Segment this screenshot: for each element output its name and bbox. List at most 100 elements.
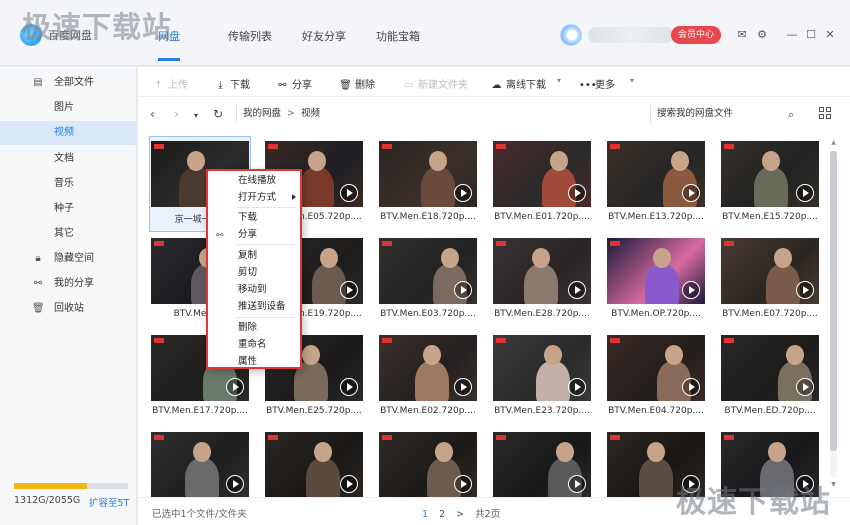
file-tile[interactable]: BTV.Men.E18.720p....	[378, 137, 478, 231]
menu-item-delete[interactable]: 删除	[208, 319, 300, 336]
user-area[interactable]: 会员中心	[560, 24, 721, 46]
sidebar-item-music[interactable]: 音乐	[0, 172, 137, 196]
play-icon[interactable]	[454, 184, 472, 202]
play-icon[interactable]	[340, 281, 358, 299]
forward-icon[interactable]: ›	[174, 107, 179, 121]
new-folder-button[interactable]: ▭ 新建文件夹	[402, 76, 468, 91]
mail-icon[interactable]: ✉	[736, 29, 748, 41]
play-icon[interactable]	[796, 281, 814, 299]
sidebar-item-my-shares[interactable]: ⚯ 我的分享	[0, 272, 137, 296]
play-icon[interactable]	[226, 378, 244, 396]
file-tile[interactable]: BTV.Men.E03.720p....	[378, 234, 478, 328]
file-tile[interactable]: BTV.Men.ED.720p....	[720, 331, 820, 425]
vip-center-button[interactable]: 会员中心	[671, 26, 721, 44]
play-icon[interactable]	[796, 378, 814, 396]
play-icon[interactable]	[568, 184, 586, 202]
file-tile[interactable]: BTV.Men.E04.720p....	[606, 331, 706, 425]
sidebar-item-documents[interactable]: 文档	[0, 147, 137, 171]
sidebar-item-torrents[interactable]: 种子	[0, 197, 137, 221]
file-tile[interactable]	[264, 428, 364, 497]
sidebar-item-hidden-space[interactable]: 🔒︎ 隐藏空间	[0, 247, 137, 271]
history-dropdown-icon[interactable]: ▾	[194, 109, 198, 123]
play-icon[interactable]	[682, 184, 700, 202]
menu-item-cut[interactable]: 剪切	[208, 264, 300, 281]
search-input[interactable]: 搜索我的网盘文件	[650, 105, 810, 123]
breadcrumb-my-netdisk[interactable]: 我的网盘	[243, 108, 281, 119]
menu-item-rename[interactable]: 重命名	[208, 336, 300, 353]
file-tile[interactable]: BTV.Men.E01.720p....	[492, 137, 592, 231]
menu-item-download[interactable]: 下载	[208, 209, 300, 226]
play-icon[interactable]	[568, 378, 586, 396]
back-icon[interactable]: ‹	[150, 107, 155, 121]
file-tile[interactable]: BTV.Men.E07.720p....	[720, 234, 820, 328]
channel-logo	[610, 435, 620, 440]
offline-download-dropdown-icon[interactable]: ▾	[557, 76, 561, 85]
menu-item-move-to[interactable]: 移动到	[208, 281, 300, 298]
share-button[interactable]: ⚯ 分享	[276, 76, 312, 91]
scroll-down-icon[interactable]: ▼	[830, 481, 837, 489]
maximize-icon[interactable]: ☐	[805, 29, 817, 41]
play-icon[interactable]	[682, 281, 700, 299]
delete-button[interactable]: 🗑︎ 删除	[339, 76, 375, 91]
play-icon[interactable]	[340, 184, 358, 202]
file-tile[interactable]: BTV.Men.OP.720p....	[606, 234, 706, 328]
play-icon[interactable]	[682, 378, 700, 396]
more-button[interactable]: •••更多	[579, 76, 615, 91]
menu-item-properties[interactable]: 属性	[208, 353, 300, 370]
share-icon: ⚯	[216, 231, 224, 241]
scroll-up-icon[interactable]: ▲	[830, 139, 837, 147]
page-1-link[interactable]: 1	[422, 509, 428, 520]
file-tile[interactable]: BTV.Men.E28.720p....	[492, 234, 592, 328]
refresh-icon[interactable]: ↻	[213, 107, 223, 121]
file-tile[interactable]: BTV.Men.E15.720p....	[720, 137, 820, 231]
download-button[interactable]: ⤓ 下载	[214, 76, 250, 91]
avatar[interactable]	[560, 24, 582, 46]
file-tile[interactable]	[378, 428, 478, 497]
file-tile[interactable]	[150, 428, 250, 497]
breadcrumb-videos[interactable]: 视频	[301, 108, 320, 119]
more-dropdown-icon[interactable]: ▾	[630, 76, 634, 85]
menu-item-copy[interactable]: 复制	[208, 247, 300, 264]
play-icon[interactable]	[340, 475, 358, 493]
play-icon[interactable]	[340, 378, 358, 396]
sidebar-item-recycle-bin[interactable]: 🗑︎ 回收站	[0, 297, 137, 321]
minimize-icon[interactable]: —	[786, 29, 798, 41]
file-tile[interactable]: BTV.Men.E23.720p....	[492, 331, 592, 425]
upload-button[interactable]: ⇡ 上传	[152, 76, 188, 91]
menu-item-open-with[interactable]: 打开方式	[208, 189, 300, 206]
file-tile[interactable]: BTV.Men.E02.720p....	[378, 331, 478, 425]
play-icon[interactable]	[454, 281, 472, 299]
tab-transfer-list[interactable]: 传输列表	[228, 28, 272, 44]
play-icon[interactable]	[568, 475, 586, 493]
expand-storage-link[interactable]: 扩容至5T	[89, 495, 129, 509]
quota-bar	[14, 483, 128, 489]
scroll-thumb[interactable]	[830, 151, 837, 451]
file-tile[interactable]	[492, 428, 592, 497]
play-icon[interactable]	[454, 378, 472, 396]
search-icon[interactable]: ⌕	[788, 108, 794, 122]
sidebar-item-label: 其它	[54, 228, 74, 239]
sidebar-item-label: 回收站	[54, 303, 84, 314]
file-name: BTV.Men.ED.720p....	[724, 406, 816, 416]
sidebar-item-other[interactable]: 其它	[0, 222, 137, 246]
sidebar-item-videos[interactable]: 视频	[0, 121, 137, 145]
close-icon[interactable]: ✕	[824, 29, 836, 41]
menu-item-push-to-device[interactable]: 推送到设备	[208, 298, 300, 315]
offline-download-button[interactable]: ☁ 离线下载	[490, 76, 547, 91]
menu-item-play-online[interactable]: 在线播放	[208, 172, 300, 189]
tab-friend-share[interactable]: 好友分享	[302, 28, 346, 44]
grid-view-icon[interactable]	[819, 107, 831, 119]
channel-logo	[496, 144, 506, 149]
tab-toolbox[interactable]: 功能宝箱	[376, 28, 420, 44]
sidebar-item-images[interactable]: 图片	[0, 96, 137, 120]
page-2-link[interactable]: 2	[439, 509, 445, 520]
scrollbar[interactable]: ▲ ▼	[830, 139, 837, 489]
play-icon[interactable]	[796, 184, 814, 202]
play-icon[interactable]	[454, 475, 472, 493]
file-tile[interactable]: BTV.Men.E13.720p....	[606, 137, 706, 231]
next-page-button[interactable]: >	[456, 509, 464, 520]
play-icon[interactable]	[226, 475, 244, 493]
sidebar-item-all-files[interactable]: ▤ 全部文件	[0, 71, 137, 95]
gear-icon[interactable]: ⚙	[756, 29, 768, 41]
play-icon[interactable]	[568, 281, 586, 299]
